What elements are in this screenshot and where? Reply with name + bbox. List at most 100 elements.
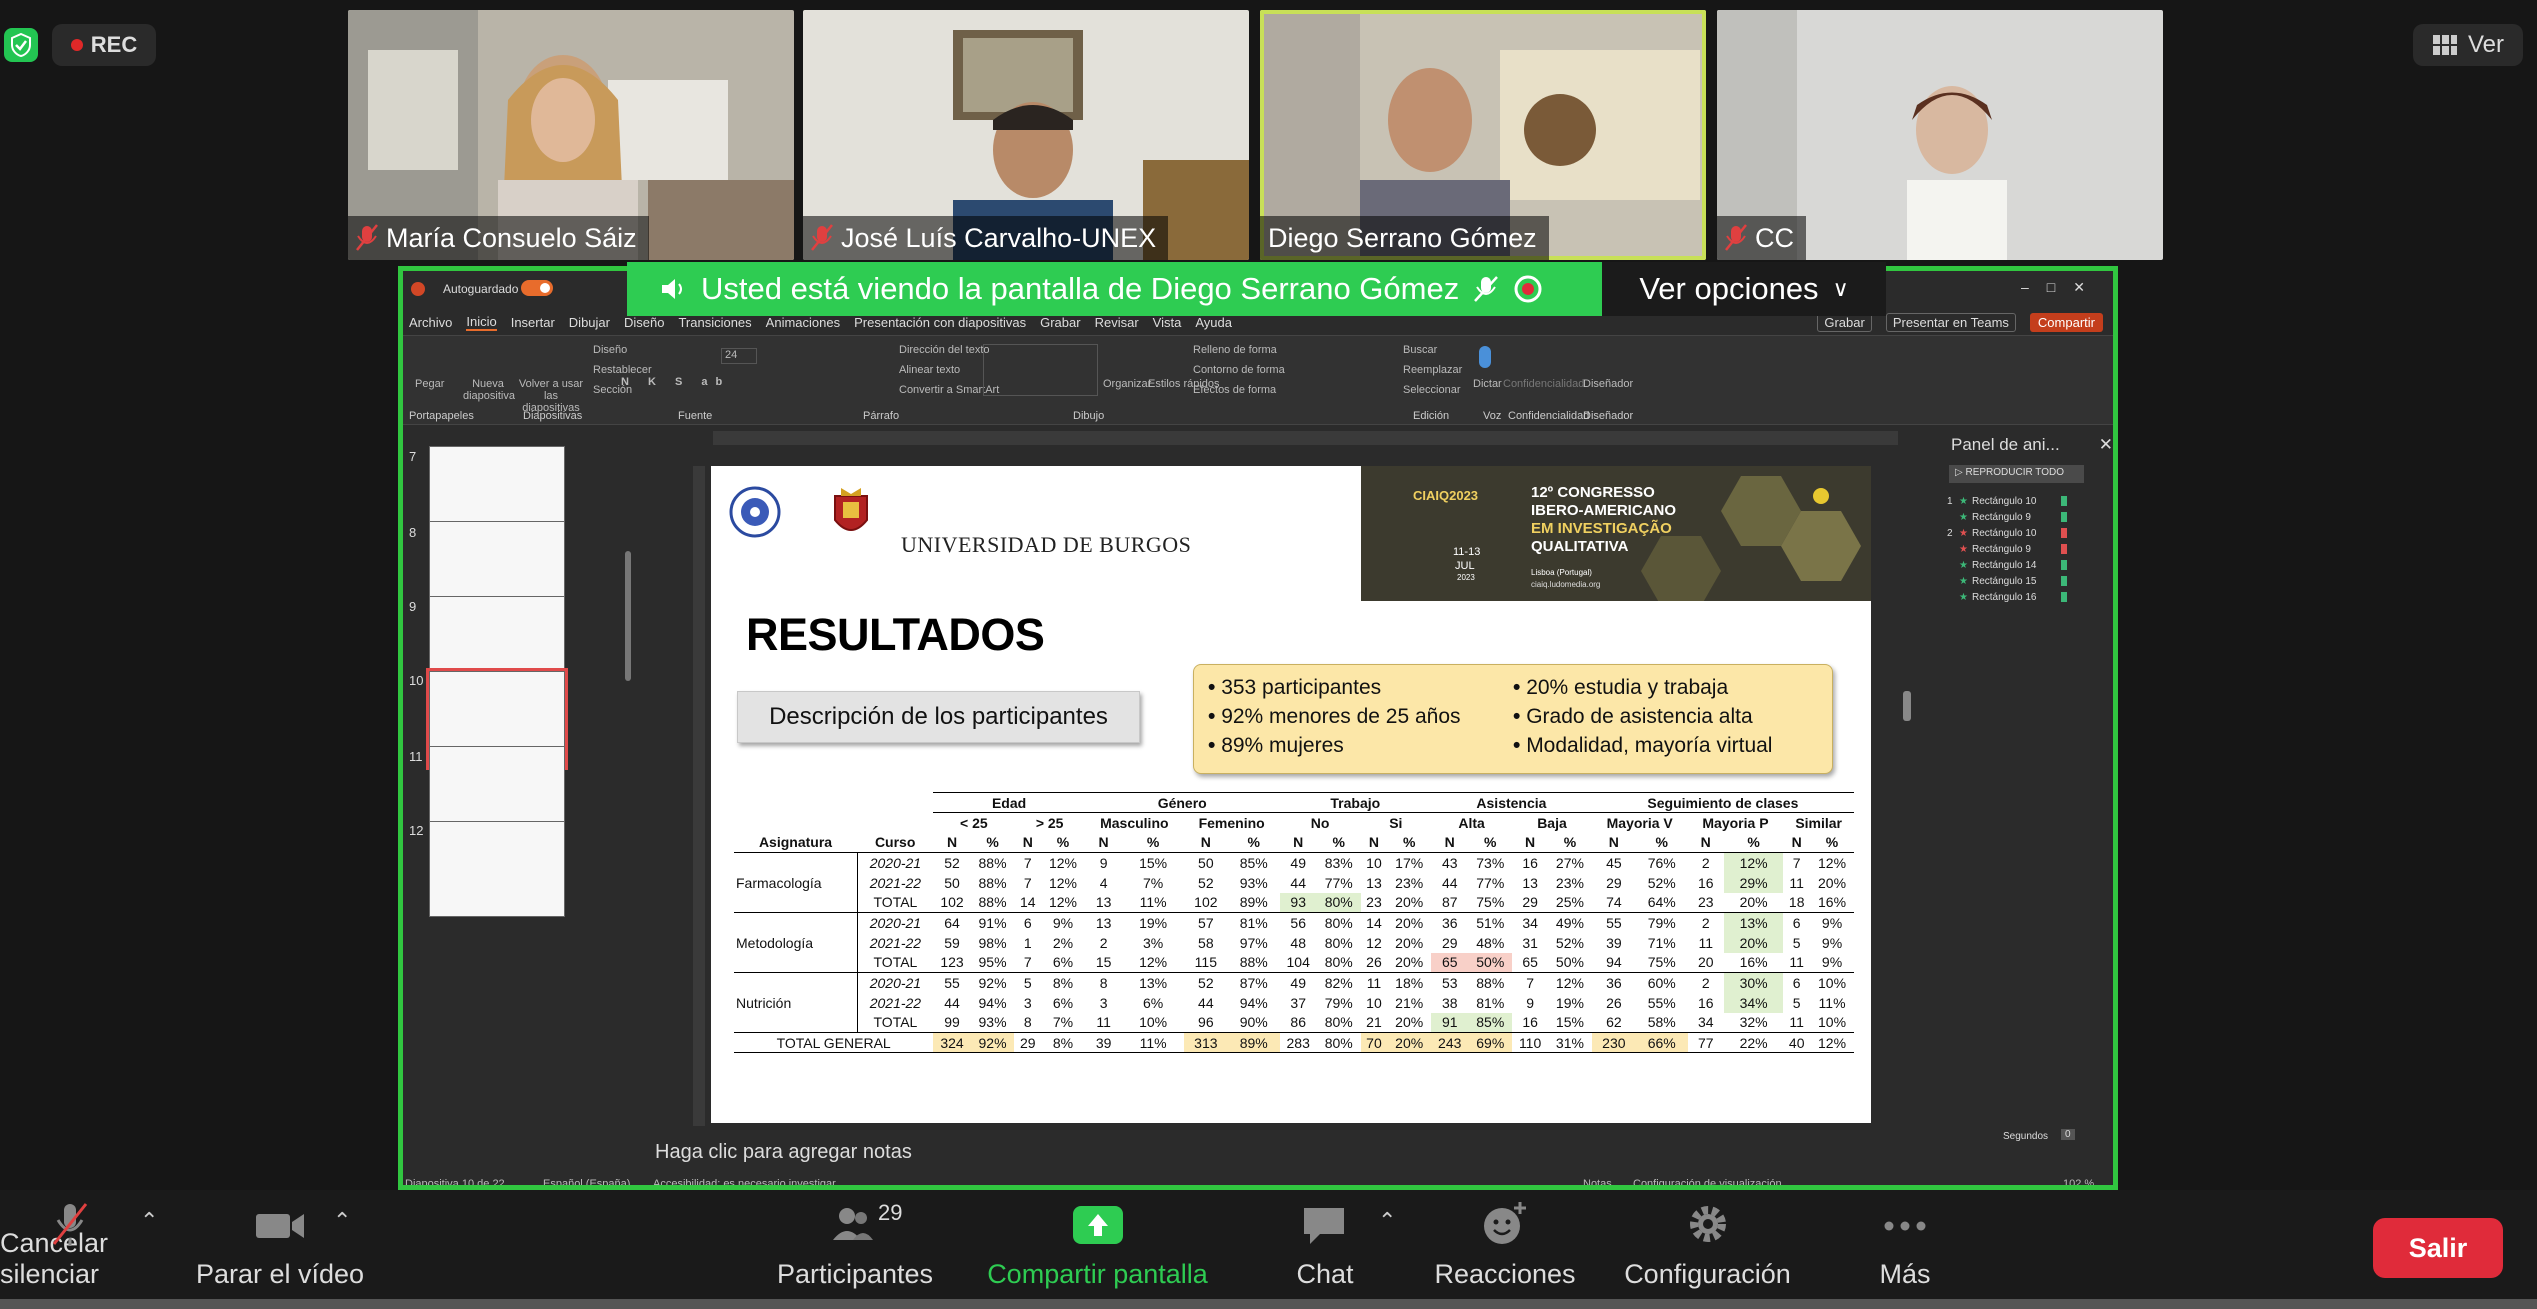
microphone-icon[interactable] [1479, 346, 1491, 368]
cell-curso: 2020-21 [869, 854, 922, 871]
table-cell: 7% [1142, 874, 1164, 891]
thumbnails-scrollbar[interactable] [625, 551, 631, 681]
security-shield-icon[interactable] [4, 28, 38, 62]
participant-name-tag: María Consuelo Sáiz [348, 216, 649, 260]
shape-outline-button[interactable]: Contorno de forma [1193, 364, 1285, 376]
total-cell: 70 [1360, 1032, 1388, 1053]
align-text-button[interactable]: Alinear texto [899, 364, 960, 376]
view-button[interactable]: Ver [2413, 24, 2523, 66]
table-cell: 13 [1366, 874, 1382, 891]
animation-list: 1 ★ Rectángulo 10 ★ Rectángulo 9 2 ★ Rectángulo… [1947, 493, 2113, 605]
dictate-button[interactable]: Dictar [1473, 378, 1502, 390]
leave-button[interactable]: Salir [2373, 1218, 2503, 1278]
table-cell: 102 [1194, 894, 1218, 911]
menu-dibujar[interactable]: Dibujar [569, 315, 610, 330]
replace-button[interactable]: Reemplazar [1403, 364, 1462, 376]
view-options-button[interactable]: Ver opciones ∨ [1602, 262, 1886, 316]
more-button[interactable]: Más [1860, 1190, 1950, 1300]
video-tile-maria[interactable]: María Consuelo Sáiz [348, 10, 794, 260]
total-cell: 110 [1518, 1034, 1542, 1051]
cell-curso: 2021-22 [869, 874, 922, 891]
status-language[interactable]: Español (España) [543, 1178, 630, 1185]
chat-button[interactable]: Chat [1270, 1190, 1380, 1300]
animation-timeline-bar [2061, 544, 2067, 554]
status-accessibility[interactable]: Accesibilidad: es necesario investigar [653, 1178, 836, 1185]
settings-button[interactable]: Configuración [1605, 1190, 1810, 1300]
video-tile-jose[interactable]: José Luís Carvalho-UNEX [803, 10, 1249, 260]
play-all-button[interactable]: ▷ REPRODUCIR TODO [1949, 465, 2084, 483]
video-tile-diego-active-speaker[interactable]: Diego Serrano Gómez [1260, 10, 1706, 260]
animation-star-icon: ★ [1959, 495, 1968, 507]
animation-item[interactable]: ★ Rectángulo 15 [1947, 573, 2113, 589]
shape-fill-button[interactable]: Relleno de forma [1193, 344, 1277, 356]
autosave-toggle[interactable] [521, 280, 553, 296]
designer-button[interactable]: Diseñador [1583, 378, 1633, 390]
shared-screen[interactable]: Autoguardado –□✕ Archivo Inicio Insertar… [398, 266, 2118, 1190]
animation-item[interactable]: 1 ★ Rectángulo 10 [1947, 493, 2113, 509]
slide-scrollbar[interactable] [1903, 691, 1911, 721]
table-cell: 55 [1606, 914, 1622, 931]
share-screen-button[interactable]: Compartir pantalla [960, 1190, 1235, 1300]
participants-button[interactable]: 29 Participantes [770, 1190, 940, 1300]
shapes-gallery[interactable] [983, 344, 1098, 396]
slide-canvas[interactable]: UNIVERSIDAD DE BURGOS CIAIQ2023 12º CONG… [711, 466, 1871, 1123]
menu-revisar[interactable]: Revisar [1095, 315, 1139, 330]
text-direction-button[interactable]: Dirección del texto [899, 344, 990, 356]
menu-transiciones[interactable]: Transiciones [678, 315, 751, 330]
status-zoom[interactable]: 102 % [2063, 1178, 2094, 1185]
recording-indicator[interactable]: REC [52, 24, 156, 66]
animation-item[interactable]: 2 ★ Rectángulo 10 [1947, 525, 2113, 541]
window-controls[interactable]: –□✕ [2021, 279, 2103, 296]
layout-button[interactable]: Diseño [593, 344, 627, 356]
new-slide-button[interactable]: Nueva diapositiva [463, 378, 515, 402]
mute-button[interactable]: Cancelar silenciar [0, 1190, 140, 1300]
present-teams-button[interactable]: Presentar en Teams [1885, 312, 2016, 332]
menu-inicio[interactable]: Inicio [466, 314, 497, 331]
congress-dates: 11-13 [1453, 546, 1481, 558]
chat-options-caret[interactable]: ⌃ [1378, 1208, 1396, 1234]
menu-insertar[interactable]: Insertar [511, 315, 555, 330]
animation-item[interactable]: ★ Rectángulo 9 [1947, 509, 2113, 525]
menu-archivo[interactable]: Archivo [409, 315, 452, 330]
table-cell: 49 [1290, 974, 1306, 991]
arrange-button[interactable]: Organizar [1103, 378, 1151, 390]
menu-grabar[interactable]: Grabar [1040, 315, 1080, 330]
animation-item[interactable]: ★ Rectángulo 16 [1947, 589, 2113, 605]
mute-options-caret[interactable]: ⌃ [140, 1208, 158, 1234]
share-button[interactable]: Compartir [2029, 312, 2103, 332]
seconds-value[interactable]: 0 [2061, 1129, 2075, 1140]
shape-effects-button[interactable]: Efectos de forma [1193, 384, 1276, 396]
reuse-slides-button[interactable]: Volver a usar las diapositivas [515, 378, 587, 414]
status-view-config[interactable]: Configuración de visualización [1633, 1178, 1782, 1185]
col-n: N [1368, 834, 1380, 851]
menu-ayuda[interactable]: Ayuda [1195, 315, 1232, 330]
select-button[interactable]: Seleccionar [1403, 384, 1460, 396]
table-cell: 96 [1198, 1014, 1214, 1031]
font-format-buttons[interactable]: N K S ab [621, 376, 730, 388]
slide-thumbnail[interactable] [429, 821, 565, 917]
status-notes[interactable]: Notas [1583, 1178, 1612, 1185]
animation-label: Rectángulo 9 [1971, 511, 2031, 523]
sensitivity-button[interactable]: Confidencialidad [1503, 378, 1584, 390]
menu-diseno[interactable]: Diseño [624, 315, 664, 330]
reactions-button[interactable]: Reacciones [1420, 1190, 1590, 1300]
video-options-caret[interactable]: ⌃ [333, 1208, 351, 1234]
notes-pane[interactable]: Haga clic para agregar notas [643, 1135, 1743, 1169]
table-cell: 7 [1023, 874, 1032, 891]
paste-button[interactable]: Pegar [415, 378, 444, 390]
video-button[interactable]: Parar el vídeo [190, 1190, 370, 1300]
animation-item[interactable]: ★ Rectángulo 9 [1947, 541, 2113, 557]
reset-button[interactable]: Restablecer [593, 364, 652, 376]
menu-vista[interactable]: Vista [1153, 315, 1182, 330]
font-size-field[interactable]: 24 [721, 348, 757, 364]
video-tile-cc[interactable]: CC [1717, 10, 2163, 260]
total-cell: 20% [1387, 1032, 1432, 1053]
menu-presentacion[interactable]: Presentación con diapositivas [854, 315, 1026, 330]
menu-animaciones[interactable]: Animaciones [766, 315, 840, 330]
animation-item[interactable]: ★ Rectángulo 14 [1947, 557, 2113, 573]
find-button[interactable]: Buscar [1403, 344, 1437, 356]
close-icon[interactable]: ✕ [2099, 435, 2113, 455]
table-cell: 36 [1441, 914, 1458, 931]
table-cell: 23% [1555, 874, 1584, 891]
table-cell: 55% [1647, 994, 1676, 1011]
